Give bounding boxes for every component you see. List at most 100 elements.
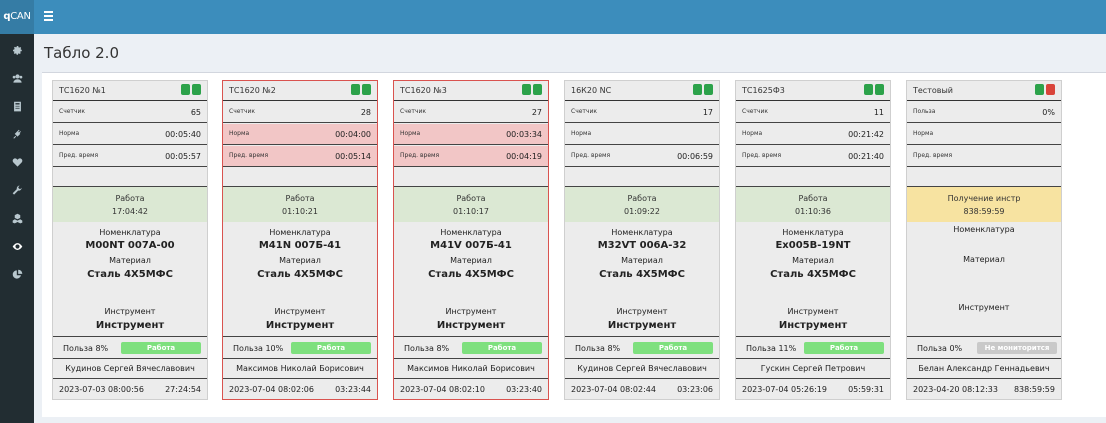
use-percent: Польза 10% [233,344,284,353]
status-badge: Работа [291,342,371,354]
material-label: Материал [792,256,834,265]
divider [53,378,207,379]
sidebar-item-settings[interactable] [0,36,34,64]
counter-label: Счетчик [400,108,426,115]
sidebar-item-health[interactable] [0,148,34,176]
material-label: Материал [450,256,492,265]
counter-label: Счетчик [229,108,255,115]
norm-value: 00:03:34 [506,130,542,139]
machine-card[interactable]: 16К20 NC Счетчик 17 Норма Пред. время 00:06:5… [564,80,720,400]
menu-toggle-icon[interactable] [44,11,53,21]
pred-time-row: Пред. время 00:06:59 [565,146,719,167]
material-value: Сталь 4Х5МФС [599,269,685,280]
tool-label: Инструмент [616,307,668,316]
divider [53,336,207,337]
state-label: Работа [285,194,315,203]
app-logo[interactable]: qCAN [0,0,34,34]
session-start: 2023-07-04 05:26:19 [742,385,827,394]
divider [907,358,1061,359]
norm-row: Норма [565,124,719,145]
status-led-green [533,84,542,95]
divider [394,358,548,359]
material-label: Материал [109,256,151,265]
pred-time-label: Пред. время [229,152,269,159]
sidebar-item-monitor[interactable] [0,232,34,260]
material-value: Сталь 4Х5МФС [428,269,514,280]
cubes-icon [12,213,22,223]
state-time: 838:59:59 [963,207,1005,216]
top-navbar: qCAN [0,0,1106,34]
state-block: Работа 01:09:22 [565,187,719,222]
sidebar-item-tools[interactable] [0,176,34,204]
sidebar-item-users[interactable] [0,64,34,92]
state-label: Работа [798,194,828,203]
sidebar-item-reports[interactable] [0,260,34,288]
sidebar-item-journal[interactable] [0,92,34,120]
status-led-green [362,84,371,95]
tool-value: Инструмент [436,320,506,331]
material-label: Материал [279,256,321,265]
counter-row: Счетчик 65 [53,102,207,123]
state-time: 17:04:42 [112,207,148,216]
card-header: 16К20 NC [565,81,719,101]
counter-row: Счетчик 28 [223,102,377,123]
nomenclature-value: Ex005B-19NT [775,240,851,251]
machine-card[interactable]: Тестовый Польза 0% Норма Пред. время Получени… [906,80,1062,400]
use-percent: Польза 11% [746,344,797,353]
divider [736,358,890,359]
use-percent: Польза 8% [404,344,450,353]
blank-row [53,168,207,187]
counter-label: Польза [913,108,936,115]
session-duration: 838:59:59 [1013,385,1055,394]
norm-value: 00:04:00 [335,130,371,139]
divider [565,378,719,379]
card-header: ТС1620 №3 [394,81,548,101]
heartbeat-icon [12,157,22,167]
state-block: Работа 01:10:17 [394,187,548,222]
tool-value: Инструмент [95,320,165,331]
machine-card[interactable]: ТС1625Ф3 Счетчик 11 Норма 00:21:42 Пред. врем… [735,80,891,400]
divider [907,336,1061,337]
session-duration: 03:23:40 [506,385,542,394]
status-led-green [1035,84,1044,95]
nomenclature-label: Номенклатура [269,228,331,237]
session-start: 2023-07-03 08:00:56 [59,385,144,394]
counter-row: Счетчик 17 [565,102,719,123]
wrench-icon [12,185,22,195]
blank-row [565,168,719,187]
sidebar-item-connections[interactable] [0,120,34,148]
machine-card[interactable]: ТС1620 №2 Счетчик 28 Норма 00:04:00 Пред. вре… [222,80,378,400]
nomenclature-value: M00NT 007A-00 [85,240,175,251]
pred-time-label: Пред. время [571,152,611,159]
machine-name: 16К20 NC [571,86,612,95]
divider [223,336,377,337]
session-start: 2023-07-04 08:02:10 [400,385,485,394]
norm-row: Норма 00:04:00 [223,124,377,145]
tool-value: Инструмент [607,320,677,331]
norm-label: Норма [59,130,80,137]
divider [223,358,377,359]
state-block: Работа 01:10:21 [223,187,377,222]
state-label: Получение инстр [947,194,1021,203]
state-block: Работа 17:04:42 [53,187,207,222]
state-label: Работа [115,194,145,203]
state-time: 01:10:36 [795,207,831,216]
sidebar-item-items[interactable] [0,204,34,232]
state-time: 01:10:17 [453,207,489,216]
status-led-red [1046,84,1055,95]
status-led-green [704,84,713,95]
status-led-green [522,84,531,95]
state-time: 01:09:22 [624,207,660,216]
machine-card[interactable]: ТС1620 №1 Счетчик 65 Норма 00:05:40 Пред. вре… [52,80,208,400]
pred-time-row: Пред. время [907,146,1061,167]
counter-value: 28 [360,108,371,117]
material-value: Сталь 4Х5МФС [257,269,343,280]
machine-card[interactable]: ТС1620 №3 Счетчик 27 Норма 00:03:34 Пред. вре… [393,80,549,400]
pred-time-value: 00:05:14 [335,152,371,161]
counter-value: 65 [190,108,201,117]
blank-row [907,168,1061,187]
norm-label: Норма [742,130,763,137]
session-duration: 03:23:44 [335,385,371,394]
status-badge: Работа [462,342,542,354]
tool-label: Инструмент [274,307,326,316]
